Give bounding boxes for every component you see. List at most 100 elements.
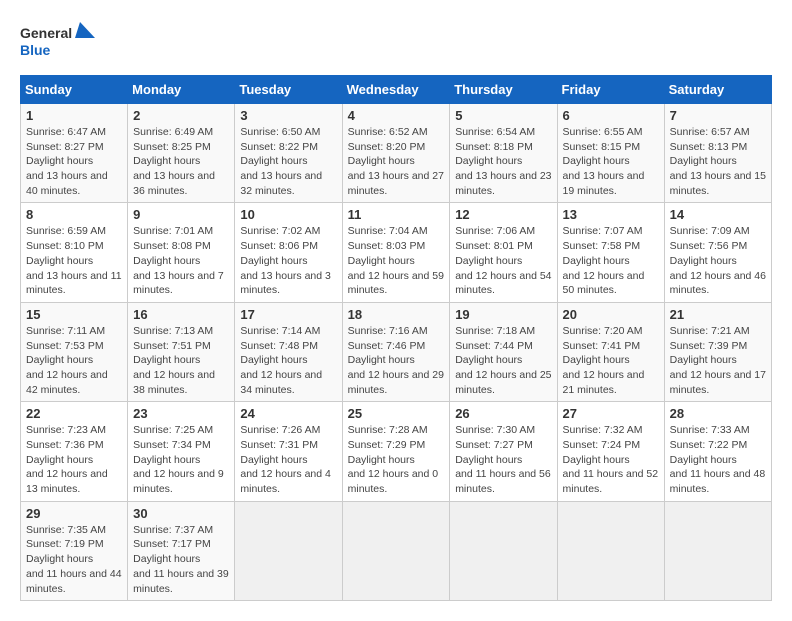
- calendar-day-17: 17 Sunrise: 7:14 AMSunset: 7:48 PMDayligh…: [235, 302, 342, 401]
- day-number: 4: [348, 108, 445, 123]
- calendar-table: SundayMondayTuesdayWednesdayThursdayFrid…: [20, 75, 772, 601]
- day-number: 18: [348, 307, 445, 322]
- day-info: Sunrise: 7:28 AMSunset: 7:29 PMDaylight …: [348, 423, 445, 496]
- day-number: 27: [563, 406, 659, 421]
- logo-svg: GeneralBlue: [20, 20, 100, 65]
- day-number: 5: [455, 108, 551, 123]
- day-info: Sunrise: 7:18 AMSunset: 7:44 PMDaylight …: [455, 324, 551, 397]
- calendar-empty: [235, 501, 342, 600]
- day-info: Sunrise: 6:47 AMSunset: 8:27 PMDaylight …: [26, 125, 122, 198]
- day-info: Sunrise: 7:11 AMSunset: 7:53 PMDaylight …: [26, 324, 122, 397]
- day-number: 9: [133, 207, 229, 222]
- calendar-day-1: 1 Sunrise: 6:47 AMSunset: 8:27 PMDaylight…: [21, 104, 128, 203]
- calendar-day-23: 23 Sunrise: 7:25 AMSunset: 7:34 PMDayligh…: [128, 402, 235, 501]
- day-number: 8: [26, 207, 122, 222]
- day-info: Sunrise: 7:30 AMSunset: 7:27 PMDaylight …: [455, 423, 551, 496]
- day-number: 17: [240, 307, 336, 322]
- calendar-empty: [664, 501, 771, 600]
- calendar-day-2: 2Sunrise: 6:49 AMSunset: 8:25 PMDaylight…: [128, 104, 235, 203]
- calendar-week-3: 15 Sunrise: 7:11 AMSunset: 7:53 PMDayligh…: [21, 302, 772, 401]
- calendar-day-8: 8 Sunrise: 6:59 AMSunset: 8:10 PMDaylight…: [21, 203, 128, 302]
- day-info: Sunrise: 7:14 AMSunset: 7:48 PMDaylight …: [240, 324, 336, 397]
- day-info: Sunrise: 7:25 AMSunset: 7:34 PMDaylight …: [133, 423, 229, 496]
- day-info: Sunrise: 6:55 AMSunset: 8:15 PMDaylight …: [563, 125, 659, 198]
- calendar-day-19: 19 Sunrise: 7:18 AMSunset: 7:44 PMDayligh…: [450, 302, 557, 401]
- calendar-day-18: 18 Sunrise: 7:16 AMSunset: 7:46 PMDayligh…: [342, 302, 450, 401]
- day-number: 23: [133, 406, 229, 421]
- calendar-day-5: 5 Sunrise: 6:54 AMSunset: 8:18 PMDaylight…: [450, 104, 557, 203]
- calendar-week-5: 29 Sunrise: 7:35 AMSunset: 7:19 PMDayligh…: [21, 501, 772, 600]
- day-number: 11: [348, 207, 445, 222]
- day-info: Sunrise: 7:16 AMSunset: 7:46 PMDaylight …: [348, 324, 445, 397]
- day-number: 21: [670, 307, 766, 322]
- day-number: 6: [563, 108, 659, 123]
- day-number: 10: [240, 207, 336, 222]
- day-number: 25: [348, 406, 445, 421]
- day-number: 16: [133, 307, 229, 322]
- svg-text:General: General: [20, 25, 72, 41]
- day-number: 29: [26, 506, 122, 521]
- day-number: 3: [240, 108, 336, 123]
- day-number: 15: [26, 307, 122, 322]
- day-info: Sunrise: 7:13 AMSunset: 7:51 PMDaylight …: [133, 324, 229, 397]
- day-info: Sunrise: 7:37 AMSunset: 7:17 PMDaylight …: [133, 523, 229, 596]
- calendar-week-2: 8 Sunrise: 6:59 AMSunset: 8:10 PMDaylight…: [21, 203, 772, 302]
- day-number: 12: [455, 207, 551, 222]
- logo: GeneralBlue: [20, 20, 100, 65]
- calendar-empty: [342, 501, 450, 600]
- day-info: Sunrise: 7:32 AMSunset: 7:24 PMDaylight …: [563, 423, 659, 496]
- day-number: 20: [563, 307, 659, 322]
- header-thursday: Thursday: [450, 76, 557, 104]
- day-number: 30: [133, 506, 229, 521]
- day-info: Sunrise: 7:20 AMSunset: 7:41 PMDaylight …: [563, 324, 659, 397]
- svg-text:Blue: Blue: [20, 42, 51, 58]
- day-info: Sunrise: 7:21 AMSunset: 7:39 PMDaylight …: [670, 324, 766, 397]
- calendar-day-27: 27 Sunrise: 7:32 AMSunset: 7:24 PMDayligh…: [557, 402, 664, 501]
- calendar-day-28: 28Sunrise: 7:33 AMSunset: 7:22 PMDayligh…: [664, 402, 771, 501]
- header-monday: Monday: [128, 76, 235, 104]
- day-number: 14: [670, 207, 766, 222]
- day-info: Sunrise: 6:54 AMSunset: 8:18 PMDaylight …: [455, 125, 551, 198]
- day-info: Sunrise: 7:02 AMSunset: 8:06 PMDaylight …: [240, 224, 336, 297]
- calendar-day-26: 26 Sunrise: 7:30 AMSunset: 7:27 PMDayligh…: [450, 402, 557, 501]
- day-info: Sunrise: 7:35 AMSunset: 7:19 PMDaylight …: [26, 523, 122, 596]
- calendar-day-10: 10 Sunrise: 7:02 AMSunset: 8:06 PMDayligh…: [235, 203, 342, 302]
- day-info: Sunrise: 6:59 AMSunset: 8:10 PMDaylight …: [26, 224, 122, 297]
- calendar-empty: [557, 501, 664, 600]
- calendar-day-20: 20 Sunrise: 7:20 AMSunset: 7:41 PMDayligh…: [557, 302, 664, 401]
- calendar-header-row: SundayMondayTuesdayWednesdayThursdayFrid…: [21, 76, 772, 104]
- page-header: GeneralBlue: [20, 20, 772, 65]
- header-friday: Friday: [557, 76, 664, 104]
- calendar-day-13: 13Sunrise: 7:07 AMSunset: 7:58 PMDayligh…: [557, 203, 664, 302]
- calendar-day-6: 6 Sunrise: 6:55 AMSunset: 8:15 PMDaylight…: [557, 104, 664, 203]
- day-info: Sunrise: 6:52 AMSunset: 8:20 PMDaylight …: [348, 125, 445, 198]
- day-info: Sunrise: 7:07 AMSunset: 7:58 PMDaylight …: [563, 224, 659, 297]
- calendar-day-30: 30 Sunrise: 7:37 AMSunset: 7:17 PMDayligh…: [128, 501, 235, 600]
- day-number: 26: [455, 406, 551, 421]
- calendar-empty: [450, 501, 557, 600]
- day-number: 19: [455, 307, 551, 322]
- calendar-day-3: 3 Sunrise: 6:50 AMSunset: 8:22 PMDaylight…: [235, 104, 342, 203]
- header-tuesday: Tuesday: [235, 76, 342, 104]
- calendar-day-9: 9Sunrise: 7:01 AMSunset: 8:08 PMDaylight…: [128, 203, 235, 302]
- day-number: 1: [26, 108, 122, 123]
- header-sunday: Sunday: [21, 76, 128, 104]
- calendar-day-25: 25 Sunrise: 7:28 AMSunset: 7:29 PMDayligh…: [342, 402, 450, 501]
- calendar-day-21: 21 Sunrise: 7:21 AMSunset: 7:39 PMDayligh…: [664, 302, 771, 401]
- day-info: Sunrise: 7:23 AMSunset: 7:36 PMDaylight …: [26, 423, 122, 496]
- day-number: 2: [133, 108, 229, 123]
- calendar-week-1: 1 Sunrise: 6:47 AMSunset: 8:27 PMDaylight…: [21, 104, 772, 203]
- day-info: Sunrise: 7:26 AMSunset: 7:31 PMDaylight …: [240, 423, 336, 496]
- calendar-day-4: 4 Sunrise: 6:52 AMSunset: 8:20 PMDaylight…: [342, 104, 450, 203]
- day-number: 24: [240, 406, 336, 421]
- day-info: Sunrise: 6:50 AMSunset: 8:22 PMDaylight …: [240, 125, 336, 198]
- day-number: 22: [26, 406, 122, 421]
- day-number: 28: [670, 406, 766, 421]
- calendar-day-14: 14Sunrise: 7:09 AMSunset: 7:56 PMDayligh…: [664, 203, 771, 302]
- calendar-day-29: 29 Sunrise: 7:35 AMSunset: 7:19 PMDayligh…: [21, 501, 128, 600]
- header-wednesday: Wednesday: [342, 76, 450, 104]
- day-info: Sunrise: 6:57 AMSunset: 8:13 PMDaylight …: [670, 125, 766, 198]
- day-info: Sunrise: 7:06 AMSunset: 8:01 PMDaylight …: [455, 224, 551, 297]
- calendar-day-24: 24 Sunrise: 7:26 AMSunset: 7:31 PMDayligh…: [235, 402, 342, 501]
- calendar-day-12: 12 Sunrise: 7:06 AMSunset: 8:01 PMDayligh…: [450, 203, 557, 302]
